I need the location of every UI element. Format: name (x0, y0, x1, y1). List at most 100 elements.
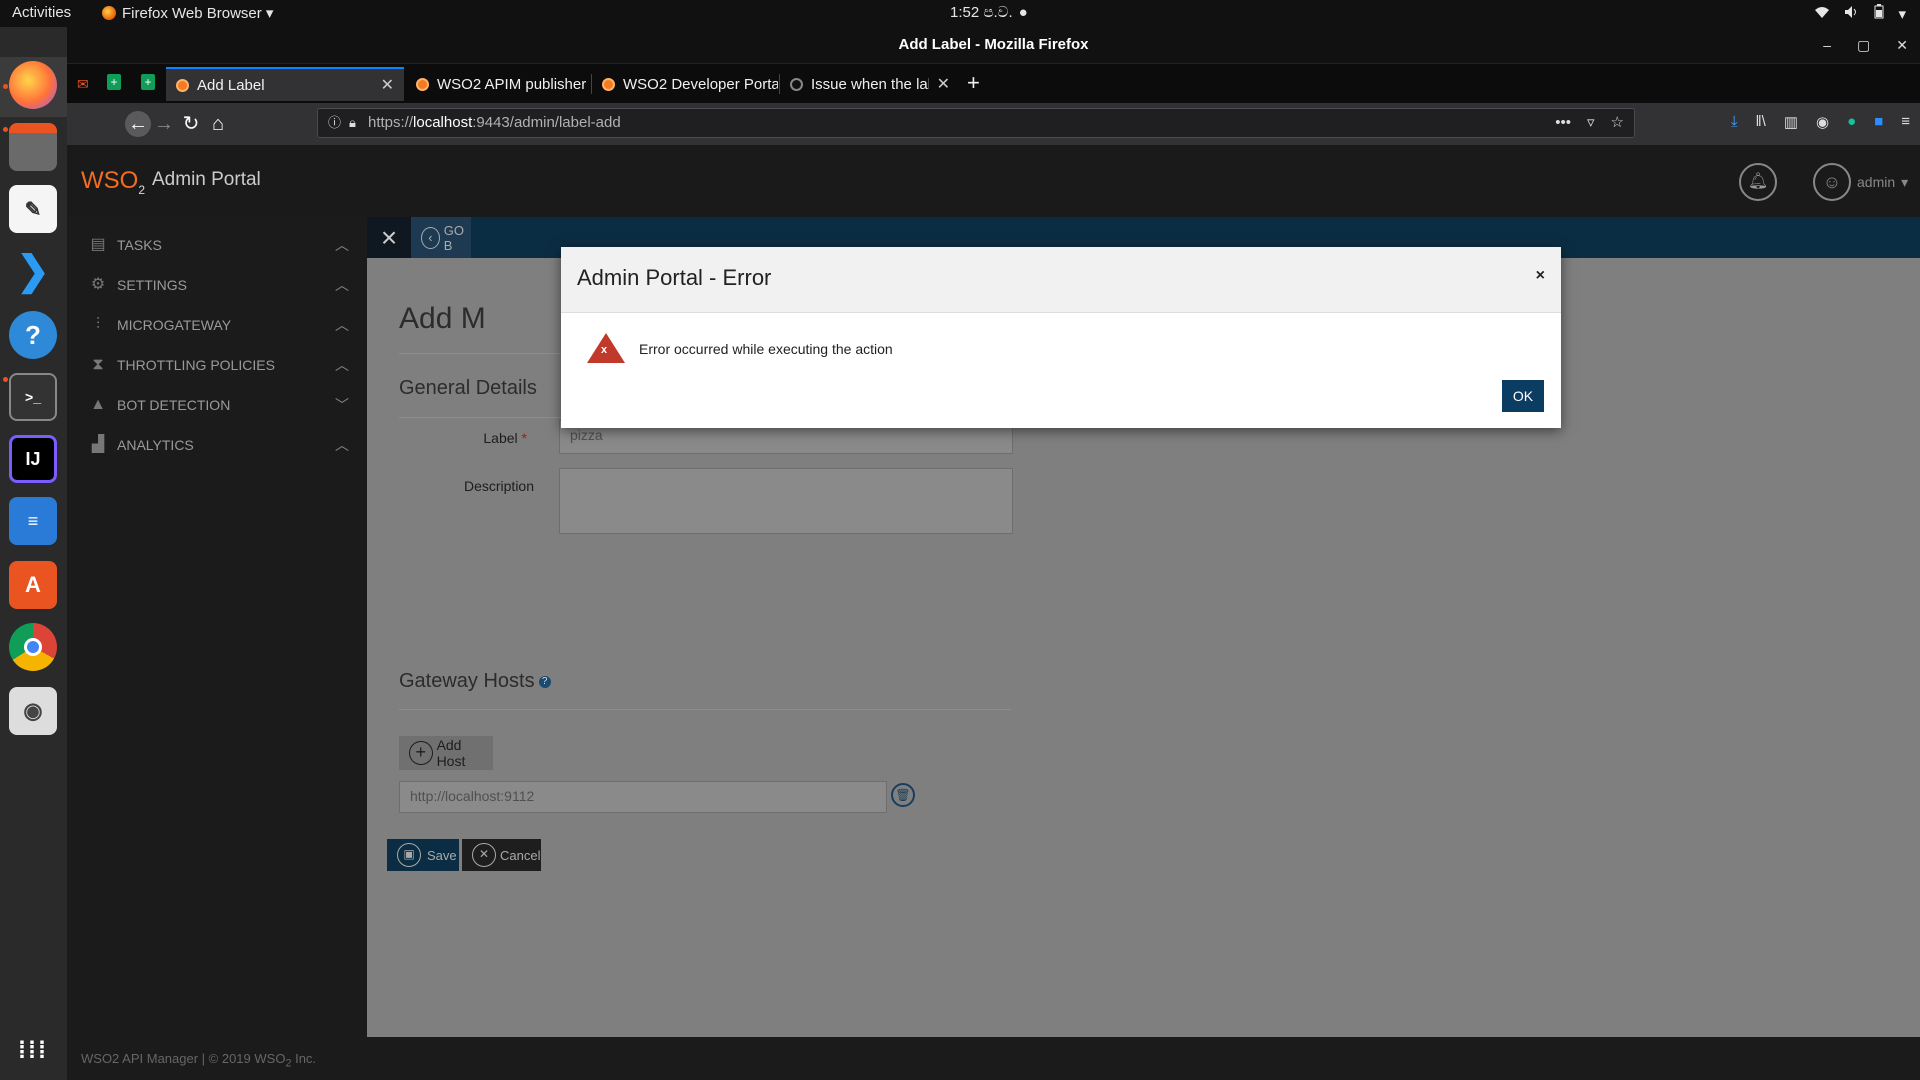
save-icon: ▣ (397, 843, 421, 867)
writer-icon[interactable]: ≡ (9, 497, 57, 545)
dialog-title: Admin Portal - Error (577, 265, 772, 290)
general-details-heading: General Details (399, 377, 537, 399)
site-info[interactable]: ⓘ 🔒︎ (328, 109, 356, 137)
wso2-logo[interactable]: WSO2 (81, 167, 145, 197)
menu-hamburger-icon[interactable]: ≡ (1901, 113, 1910, 131)
activities-button[interactable]: Activities (12, 4, 71, 21)
close-icon[interactable]: ✕ (1896, 27, 1908, 63)
save-button[interactable]: ▣ Save (387, 839, 459, 871)
page-title: Add M (399, 302, 486, 335)
terminal-icon[interactable]: >_ (9, 373, 57, 421)
window-titlebar: Add Label - Mozilla Firefox – ▢ ✕ (67, 27, 1920, 63)
tab-apim-publisher[interactable]: WSO2 APIM publisher ✕ (406, 67, 590, 101)
tab-developer-portal[interactable]: WSO2 Developer Portal ✕ (592, 67, 778, 101)
close-drawer-icon[interactable]: × (367, 217, 411, 258)
url-scheme: https:// (368, 114, 414, 131)
chrome-icon[interactable] (9, 623, 57, 671)
system-tray[interactable]: ▾ (1814, 4, 1906, 23)
maximize-icon[interactable]: ▢ (1857, 27, 1870, 63)
dialog-message: Error occurred while executing the actio… (639, 341, 893, 357)
library-icon[interactable]: ‖\ (1755, 113, 1765, 131)
app-header: WSO2 Admin Portal 🔔︎ ☺ admin ▾ (67, 145, 1920, 217)
vscode-icon[interactable]: ❯ (9, 247, 57, 295)
divider (399, 709, 1011, 710)
zoom-icon[interactable]: ■ (1874, 113, 1883, 131)
tab-close-icon[interactable]: ✕ (381, 75, 394, 95)
files-icon[interactable] (9, 123, 57, 171)
text-editor-icon[interactable]: ✎ (9, 185, 57, 233)
home-icon[interactable]: ⌂ (205, 111, 231, 137)
sidebar-item-throttling-policies[interactable]: ⧗ THROTTLING POLICIES ︿ (89, 351, 349, 379)
nav-toolbar: ← → ↻ ⌂ ⓘ 🔒︎ https://localhost:9443/admi… (67, 103, 1920, 145)
add-host-label: Add Host (436, 737, 466, 769)
wso2-favicon-icon (416, 77, 429, 91)
chevron-up-icon: ︿ (335, 277, 349, 293)
trash-icon[interactable]: 🗑︎ (891, 783, 915, 807)
help-icon[interactable]: ? (538, 675, 551, 688)
help-icon[interactable]: ? (9, 311, 57, 359)
label-text: Label (483, 430, 518, 446)
description-textarea[interactable] (559, 468, 1013, 534)
url-actions: ••• ▿ ☆ (1555, 109, 1624, 137)
forward-arrow-icon[interactable]: → (151, 111, 177, 137)
error-dialog: Admin Portal - Error × x Error occurred … (561, 247, 1561, 428)
chevron-up-icon: ︿ (335, 437, 349, 453)
running-indicator (3, 84, 8, 89)
minimize-icon[interactable]: – (1823, 27, 1831, 63)
tab-close-icon[interactable]: ✕ (937, 74, 950, 94)
pinned-sheets-tab[interactable]: + (141, 74, 155, 90)
window-title: Add Label - Mozilla Firefox (898, 36, 1089, 53)
pocket-icon[interactable]: ▿ (1587, 109, 1595, 137)
pinned-tab-icon[interactable]: ✉ (77, 76, 89, 93)
software-center-icon[interactable]: A (9, 561, 57, 609)
reload-icon[interactable]: ↻ (178, 111, 204, 137)
screenshot-icon[interactable]: ◉ (9, 687, 57, 735)
sidebar-item-analytics[interactable]: ▟ ANALYTICS ︿ (89, 431, 349, 459)
show-apps-icon[interactable]: ⁞⁞⁞ (9, 1027, 57, 1075)
sidebar-item-tasks[interactable]: ▤ TASKS ︿ (89, 231, 349, 259)
clock[interactable]: 1:52 ප.ව. ● (950, 4, 1028, 21)
firefox-icon (102, 6, 116, 20)
page-actions-icon[interactable]: ••• (1555, 109, 1571, 137)
sidebar-item-microgateway[interactable]: ⫶ MICROGATEWAY ︿ (89, 311, 349, 339)
volume-icon (1844, 5, 1860, 23)
chevron-down-icon: ▾ (1901, 173, 1909, 190)
cancel-button[interactable]: ✕ Cancel (462, 839, 541, 871)
dock: ✎ ❯ ? >_ IJ ≡ A ◉ ⁞⁞⁞ (0, 27, 67, 1080)
ok-button[interactable]: OK (1502, 380, 1544, 412)
bookmark-star-icon[interactable]: ☆ (1611, 109, 1624, 137)
sidebar-item-label: TASKS (117, 237, 162, 253)
host-url-input[interactable]: http://localhost:9112 (399, 781, 887, 813)
user-menu[interactable]: ☺ admin ▾ (1813, 163, 1908, 201)
sidebar-item-label: BOT DETECTION (117, 397, 231, 413)
tab-strip: ✉ + + Add Label ✕ WSO2 APIM publisher ✕ … (67, 63, 1920, 103)
save-label: Save (427, 847, 457, 863)
app-menu[interactable]: Firefox Web Browser ▾ (102, 4, 273, 22)
tab-github-issue[interactable]: Issue when the label leng ✕ (780, 67, 960, 101)
sidebar-icon[interactable]: ▥ (1784, 113, 1798, 131)
notifications-bell-icon[interactable]: 🔔︎ (1739, 163, 1777, 201)
throttle-icon: ⧗ (92, 356, 104, 373)
go-back-button[interactable]: ‹ GO B (411, 217, 471, 258)
firefox-icon[interactable] (9, 61, 57, 109)
tab-label: WSO2 APIM publisher (437, 75, 587, 93)
url-path: :9443/admin/label-add (472, 114, 621, 131)
intellij-icon[interactable]: IJ (9, 435, 57, 483)
sidebar-item-bot-detection[interactable]: ▲ BOT DETECTION ﹀ (89, 391, 349, 419)
gear-icon: ⚙ (90, 276, 106, 293)
dialog-close-button[interactable]: × (1536, 267, 1545, 285)
tab-add-label[interactable]: Add Label ✕ (166, 67, 404, 101)
required-marker: * (521, 430, 527, 446)
page-footer: WSO2 API Manager | © 2019 WSO2 Inc. (67, 1037, 1920, 1080)
sidebar-item-settings[interactable]: ⚙ SETTINGS ︿ (89, 271, 349, 299)
downloads-icon[interactable]: ⤓ (1731, 113, 1738, 131)
url-bar[interactable]: ⓘ 🔒︎ https://localhost:9443/admin/label-… (317, 108, 1635, 138)
window-controls: – ▢ ✕ (1823, 27, 1908, 63)
pinned-sheets-tab[interactable]: + (107, 74, 121, 90)
new-tab-icon[interactable]: + (967, 70, 980, 96)
add-host-button[interactable]: + Add Host (399, 736, 493, 770)
account-icon[interactable]: ◉ (1816, 113, 1829, 131)
back-arrow-icon[interactable]: ← (125, 111, 151, 137)
sliders-icon: ⫶ (95, 316, 100, 333)
grammarly-icon[interactable]: ● (1847, 113, 1856, 131)
